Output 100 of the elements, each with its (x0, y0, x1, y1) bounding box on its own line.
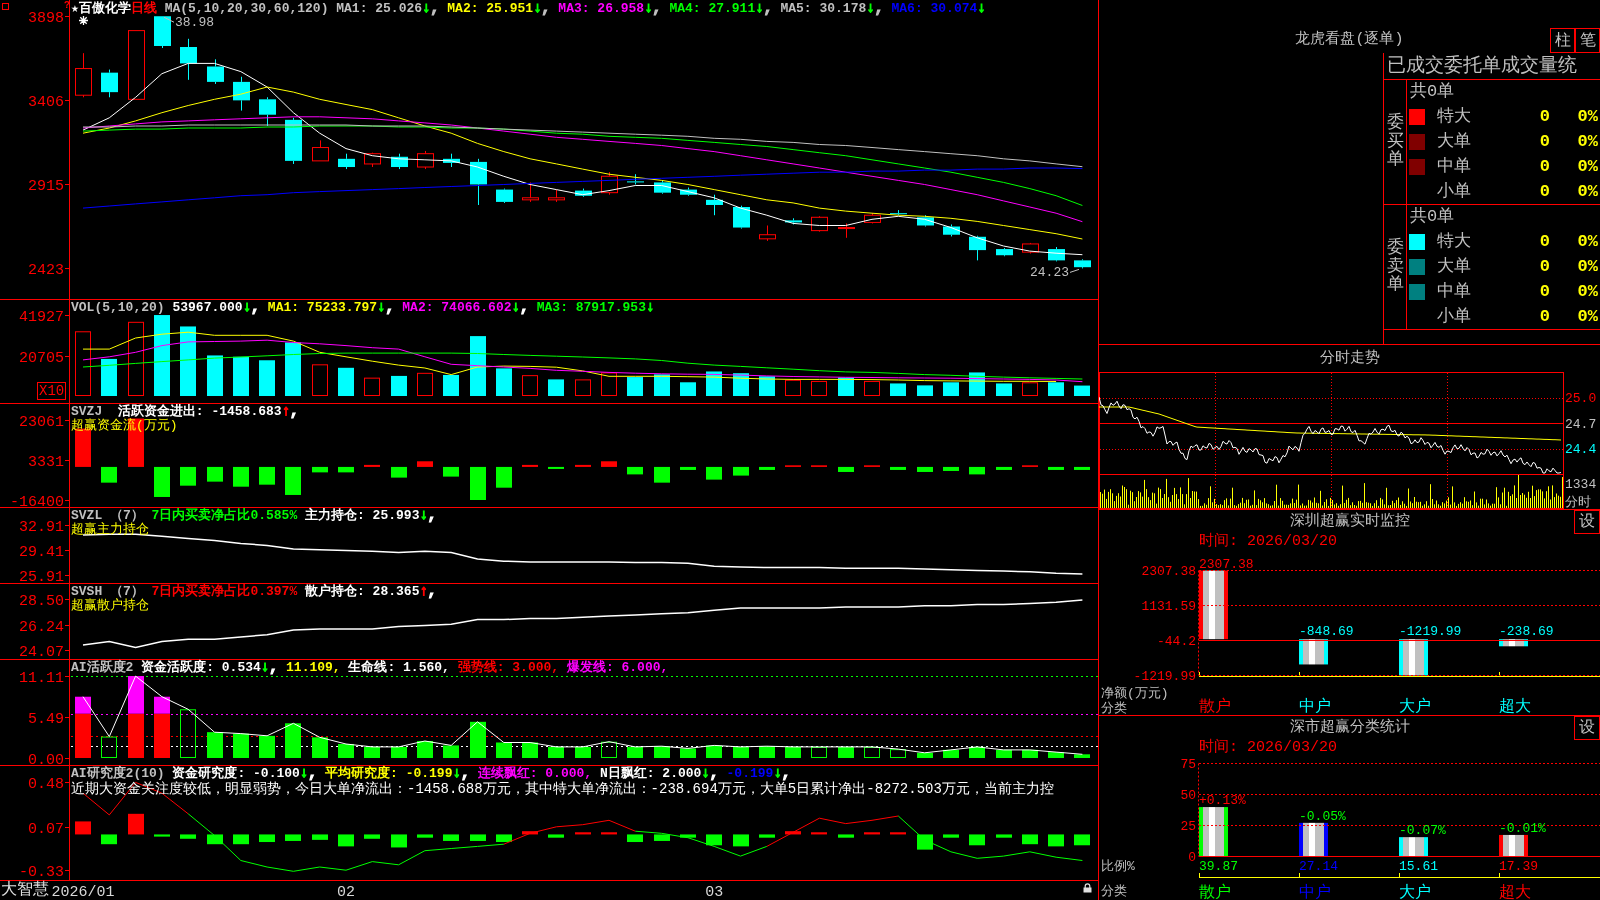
candlestick (548, 189, 565, 203)
view-button[interactable]: 笔 (1575, 28, 1600, 53)
fund-flow-bar (996, 466, 1012, 470)
candlestick (285, 117, 302, 165)
candlestick (391, 153, 408, 170)
axis-label: 1131.59 (1141, 598, 1196, 614)
order-total: 共0单 (1410, 207, 1455, 228)
volume-bar (680, 382, 696, 396)
activity-bar (443, 745, 459, 758)
axis-label: -1219.99 (1133, 668, 1196, 684)
research-bar (128, 813, 144, 835)
category-label: 大户 (1399, 884, 1431, 900)
indicator-legend: SVSH （7） 7日内买卖净占比0.397% 散户持仓: 28.365↑, (71, 584, 437, 599)
activity-bar (496, 742, 512, 758)
volume-bar (943, 382, 959, 396)
axis-label: 2423 (28, 261, 64, 279)
axis-label: 3406 (28, 93, 64, 111)
time-label: 时间: 2026/03/20 (1199, 534, 1338, 550)
axis-label: 28.50 (19, 592, 64, 610)
research-bar (627, 834, 643, 843)
candlestick (101, 69, 118, 98)
order-percent: 0% (1577, 132, 1598, 152)
fund-flow-bar (601, 461, 617, 467)
volume-bar (811, 380, 827, 396)
net-amount-bar (1199, 570, 1228, 640)
volume-bar (575, 379, 591, 396)
candlestick (522, 181, 539, 203)
candlestick (627, 173, 644, 185)
axis-label: 25.91 (19, 568, 64, 583)
candlestick (364, 152, 381, 168)
axis-label: -44.2 (1157, 633, 1196, 649)
volume-bar (601, 372, 617, 396)
research-bar (1022, 834, 1038, 845)
research-bar (575, 832, 591, 835)
candlestick (1074, 258, 1091, 269)
high-price-label: 38.98 (163, 15, 214, 31)
research-bar (733, 834, 749, 847)
research-bar (154, 834, 170, 837)
order-type: 小单 (1437, 181, 1471, 202)
candlestick (706, 194, 723, 216)
research-bar (496, 834, 512, 843)
settings-button[interactable]: 设 (1574, 510, 1600, 534)
fund-flow-bar (496, 466, 512, 488)
axis-label: 0.48 (28, 775, 64, 793)
net-amount-bar (1499, 639, 1528, 647)
activity-bar (180, 709, 196, 758)
net-amount-bar (1299, 639, 1328, 665)
volume-bar (996, 383, 1012, 396)
value-label: 2307.38 (1199, 556, 1254, 572)
research-bar (996, 834, 1012, 838)
axis-title: 分类 (1101, 701, 1127, 715)
order-count: 0 (1539, 232, 1550, 253)
axis-label: 0.07 (28, 820, 64, 838)
net-amount-bar (1399, 639, 1428, 676)
activity-bar (1022, 749, 1038, 758)
settings-button[interactable]: 设 (1574, 716, 1600, 740)
order-percent: 0% (1577, 156, 1598, 177)
volume-bar (1074, 385, 1090, 396)
volume-bar (259, 360, 275, 396)
category-label: 散户 (1199, 698, 1231, 715)
time-label: 时间: 2026/03/20 (1199, 740, 1338, 756)
activity-bar (838, 746, 854, 758)
candlestick (943, 223, 960, 237)
candlestick (838, 222, 855, 239)
axis-label: -16400 (10, 493, 64, 507)
activity-bar (680, 748, 696, 758)
category-label: 中户 (1299, 884, 1331, 900)
view-button[interactable]: 柱 (1550, 28, 1575, 53)
candlestick (785, 217, 802, 225)
order-type: 中单 (1437, 156, 1471, 177)
indicator-title: 超赢主力持仓 (71, 523, 149, 537)
volume-bar (1022, 382, 1038, 396)
research-bar (180, 834, 196, 839)
activity-bar (522, 742, 538, 758)
axis-label: 29.41 (19, 543, 64, 561)
fund-flow-bar (890, 466, 906, 470)
research-bar (969, 834, 985, 846)
candlestick (1022, 242, 1039, 255)
axis-label: 0 (1188, 849, 1196, 865)
order-count: 0 (1539, 281, 1550, 302)
order-type: 特大 (1437, 107, 1471, 128)
axis-label: -0.33 (19, 863, 64, 881)
research-bar (890, 832, 906, 835)
fund-flow-bar (575, 464, 591, 467)
research-bar (443, 834, 459, 841)
order-total: 共0单 (1410, 82, 1455, 103)
activity-bar (470, 721, 486, 758)
price-scale-label: 24.7 (1565, 416, 1597, 432)
indicator-legend: AI研究度2(10) 资金研究度: -0.100↓, 平均研究度: -0.199↓, 连续飘红: 0.000, N日飘红: 2.000↓, -0.199↓, (71, 766, 791, 781)
order-percent: 0% (1577, 181, 1598, 202)
activity-bar (312, 737, 328, 758)
fund-flow-bar (1074, 466, 1090, 470)
research-bar (680, 834, 696, 838)
fund-flow-bar (364, 464, 380, 467)
activity-bar (969, 746, 985, 758)
candlestick (917, 214, 934, 227)
fund-flow-bar (943, 466, 959, 471)
candlestick (601, 171, 618, 196)
change-label: -0.05% (1299, 808, 1346, 824)
research-bar (706, 834, 722, 846)
